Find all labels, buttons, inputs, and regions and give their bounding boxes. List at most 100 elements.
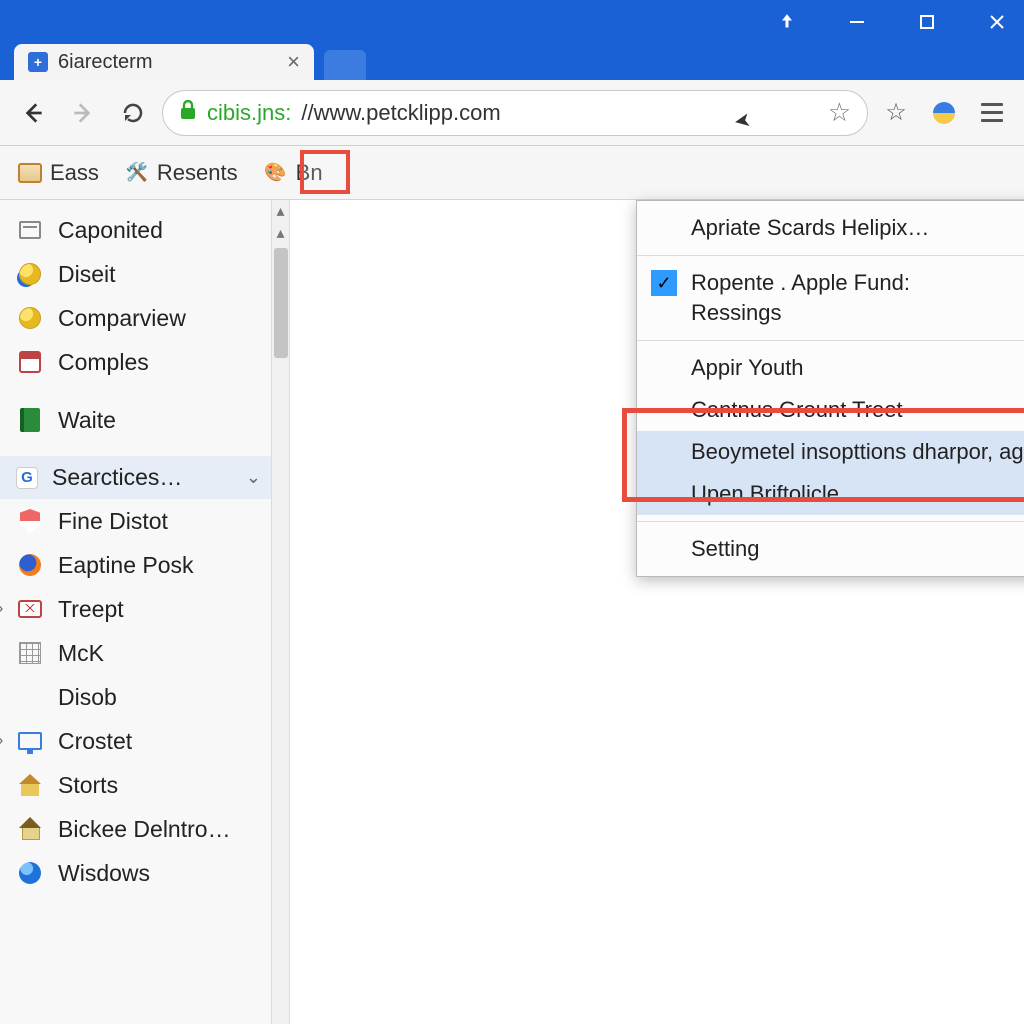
menu-label: Beoymetel insopttions dharpor, age… (691, 439, 1024, 465)
menu-item-upen[interactable]: Upen Briftolicle. (637, 473, 1024, 515)
forward-button[interactable] (62, 92, 104, 134)
tab-favicon-icon: + (28, 52, 48, 72)
folder-icon (18, 161, 42, 185)
grid-icon (16, 639, 44, 667)
sidebar-label: Storts (58, 772, 118, 799)
sidebar-label: Comparview (58, 305, 186, 332)
upload-icon[interactable] (764, 0, 810, 44)
menu-item-ropente[interactable]: ✓ Ropente . Apple Fund: Ressings ▶ (637, 262, 1024, 334)
menu-item-apriate[interactable]: Apriate Scards Helipix… (637, 207, 1024, 249)
address-bar[interactable]: cibis.jns: //www.petcklipp.com ☆ (162, 90, 868, 136)
scroll-up2-icon[interactable]: ▴ (272, 222, 289, 244)
sidebar-label: Crostet (58, 728, 132, 755)
calendar-red-icon (16, 348, 44, 376)
lock-icon (179, 100, 197, 126)
sidebar-item-storts[interactable]: Storts (0, 763, 289, 807)
menu-item-appir[interactable]: Appir Youth (637, 347, 1024, 389)
scroll-thumb[interactable] (274, 248, 288, 358)
url-host: //www.petcklipp.com (301, 100, 500, 126)
tab-title: 6iarecterm (58, 51, 277, 74)
sidebar-label: Diseit (58, 261, 116, 288)
globe-icon (16, 304, 44, 332)
blank-icon (16, 683, 44, 711)
monitor-icon (16, 727, 44, 755)
menu-label: Ropente . Apple Fund: (691, 270, 910, 296)
bookmark-star-icon[interactable]: ☆ (876, 93, 916, 133)
bookmark-star-inner-icon[interactable]: ☆ (828, 97, 851, 128)
menu-label: Upen Briftolicle. (691, 481, 845, 507)
palette-icon: 🎨 (264, 161, 288, 185)
sidebar-label: Comples (58, 349, 149, 376)
sidebar-label: Caponited (58, 217, 163, 244)
sidebar-label: Bickee Delntro… (58, 816, 231, 843)
sidebar-item-caponited[interactable]: Caponited (0, 208, 289, 252)
sidebar-item-bickee[interactable]: Bickee Delntro… (0, 807, 289, 851)
menu-label: Setting (691, 536, 760, 562)
chevron-right-icon: › (0, 732, 3, 750)
bookmark-label: Resents (157, 160, 238, 186)
sidebar-label: Wisdows (58, 860, 150, 887)
toolbox-icon (16, 595, 44, 623)
menu-item-setting[interactable]: Setting (637, 528, 1024, 570)
bookmark-label: Eass (50, 160, 99, 186)
sidebar-label: Eaptine Posk (58, 552, 194, 579)
book-icon (16, 406, 44, 434)
calendar-icon (16, 216, 44, 244)
sidebar-item-wisdows[interactable]: Wisdows (0, 851, 289, 895)
sidebar-item-mck[interactable]: McK (0, 631, 289, 675)
house-icon (16, 771, 44, 799)
back-button[interactable] (12, 92, 54, 134)
sidebar-label: Searctices… (52, 464, 182, 491)
sidebar-item-comples[interactable]: Comples (0, 340, 289, 384)
sidebar-item-comparview[interactable]: Comparview (0, 296, 289, 340)
sidebar-item-eaptine-posk[interactable]: Eaptine Posk (0, 543, 289, 587)
navigation-toolbar: cibis.jns: //www.petcklipp.com ☆ ➤ ☆ (0, 80, 1024, 146)
tab-close-icon[interactable]: × (287, 49, 300, 75)
minimize-button[interactable] (834, 0, 880, 44)
menu-item-cantnus[interactable]: Cantnus Grount Treet (637, 389, 1024, 431)
sidebar-item-crostet[interactable]: › Crostet (0, 719, 289, 763)
browser-tab[interactable]: + 6iarecterm × (14, 44, 314, 80)
firefox-icon (16, 551, 44, 579)
sidebar-label: Treept (58, 596, 124, 623)
sidebar-label: Disob (58, 684, 117, 711)
chevron-right-icon: › (0, 600, 3, 618)
sidebar-item-treept[interactable]: › Treept (0, 587, 289, 631)
sidebar-label: Waite (58, 407, 116, 434)
new-tab-button[interactable] (324, 50, 366, 80)
reload-button[interactable] (112, 92, 154, 134)
bookmark-item-eass[interactable]: Eass (12, 156, 105, 190)
maximize-button[interactable] (904, 0, 950, 44)
sidebar-item-disob[interactable]: Disob (0, 675, 289, 719)
scroll-up-icon[interactable]: ▴ (272, 200, 289, 222)
check-icon: ✓ (651, 270, 677, 296)
globe-arrow-icon (16, 260, 44, 288)
close-window-button[interactable] (974, 0, 1020, 44)
sidebar: Caponited Diseit Comparview Comples Wait… (0, 200, 290, 1024)
globe-blue-icon (16, 859, 44, 887)
sidebar-label: Fine Distot (58, 508, 168, 535)
page-content: Lands Eouth Tute, Crouit Joled,, Apriate… (290, 200, 1024, 1024)
sidebar-item-diseit[interactable]: Diseit (0, 252, 289, 296)
sidebar-label: McK (58, 640, 104, 667)
menu-sublabel: Ressings (691, 300, 781, 326)
menu-separator (637, 340, 1024, 341)
menu-item-beoymetel[interactable]: Beoymetel insopttions dharpor, age… (637, 431, 1024, 473)
sidebar-item-fine-distot[interactable]: Fine Distot (0, 499, 289, 543)
dropdown-menu: Apriate Scards Helipix… ✓ Ropente . Appl… (636, 200, 1024, 577)
main-area: Caponited Diseit Comparview Comples Wait… (0, 200, 1024, 1024)
sidebar-scrollbar[interactable]: ▴ ▴ (271, 200, 289, 1024)
highlight-box-toolbar (300, 150, 350, 194)
bookmark-item-resents[interactable]: 🛠️ Resents (119, 156, 244, 190)
url-scheme: cibis.jns: (207, 100, 291, 126)
menu-label: Cantnus Grount Treet (691, 397, 903, 423)
sidebar-item-waite[interactable]: Waite (0, 398, 289, 442)
search-app-icon: G (16, 467, 38, 489)
menu-label: Appir Youth (691, 355, 804, 381)
sidebar-item-searctices[interactable]: G Searctices… ⌄ (0, 456, 289, 499)
menu-separator (637, 521, 1024, 522)
app-menu-button[interactable] (972, 93, 1012, 133)
chevron-down-icon: ⌄ (246, 467, 261, 488)
profile-icon[interactable] (924, 93, 964, 133)
menu-label: Apriate Scards Helipix… (691, 215, 929, 241)
